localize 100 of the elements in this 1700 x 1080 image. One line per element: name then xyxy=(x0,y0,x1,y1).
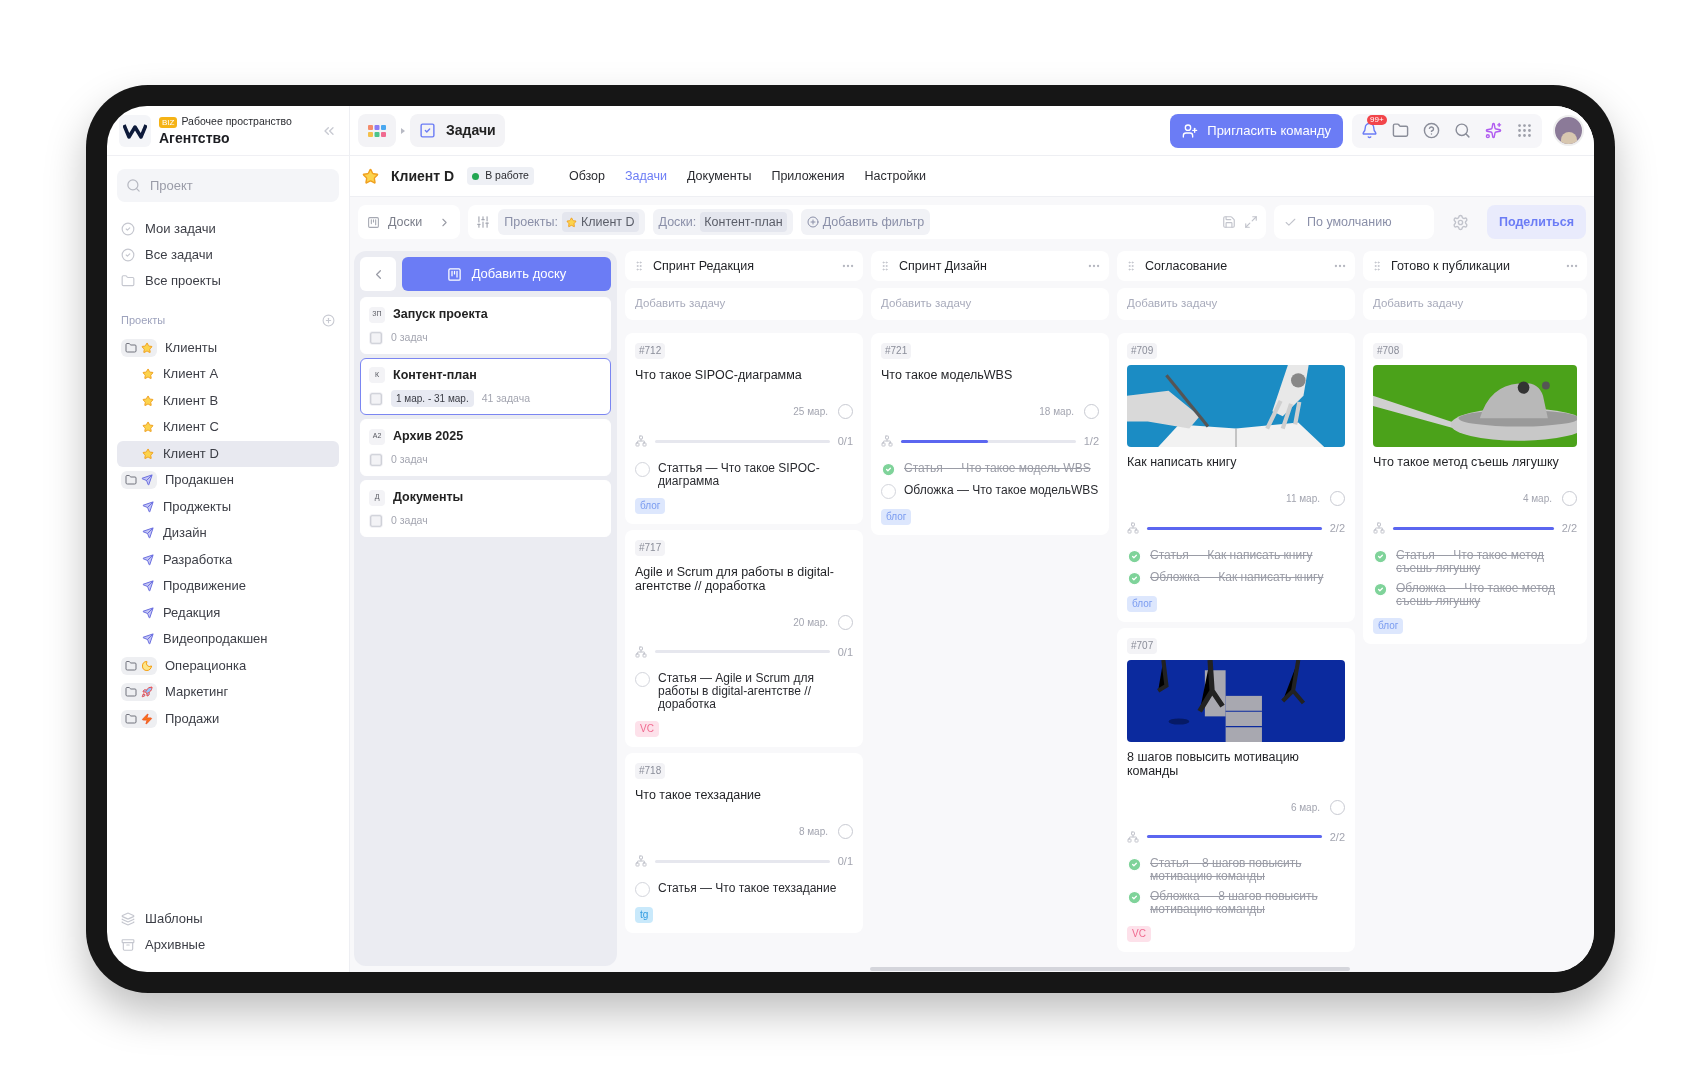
search-icon[interactable] xyxy=(1454,122,1471,139)
project-tab[interactable]: Документы xyxy=(687,166,752,186)
nav-item[interactable]: Мои задачи xyxy=(121,216,335,242)
task-card[interactable]: #709 Как написать книгу 11 мар. 2/2 Статья — Как написать книгу Обложка — Как написать книгу блог xyxy=(1117,333,1355,622)
project-tab[interactable]: Обзор xyxy=(568,166,606,186)
project-tab[interactable]: Приложения xyxy=(771,166,845,186)
complete-toggle[interactable] xyxy=(838,824,853,839)
apps-icon xyxy=(368,124,386,137)
filter-settings-icon[interactable] xyxy=(476,215,491,229)
project-search-field[interactable]: Проект xyxy=(117,169,339,202)
due-date: 18 мар. xyxy=(1039,405,1074,419)
back-button[interactable] xyxy=(360,257,396,291)
breadcrumb-arrow-icon xyxy=(401,127,405,134)
expand-icon[interactable] xyxy=(1243,215,1258,229)
project-item[interactable]: Клиенты xyxy=(117,334,339,361)
project-item[interactable]: Продакшен xyxy=(117,467,339,493)
paper-plane-icon xyxy=(142,606,154,619)
complete-toggle[interactable] xyxy=(1330,799,1345,815)
project-item[interactable]: Дизайн xyxy=(117,520,339,546)
subtasks-icon xyxy=(1127,830,1139,843)
task-card[interactable]: #708 Что такое метод съешь лягушку 4 мар. 2/2 Статья — Что такое метод съешь лягушку Обложка — Что такое метод съешь лягушку блог xyxy=(1363,333,1587,644)
subtask-checkbox[interactable] xyxy=(635,461,650,477)
subtask-label: Обложка — 8 шагов повысить мотивацию команды xyxy=(1150,890,1319,916)
project-item[interactable]: Клиент B xyxy=(117,387,339,414)
project-item[interactable]: Клиент D xyxy=(117,440,339,467)
task-tag: блог xyxy=(1127,595,1158,612)
nav-item[interactable]: Архивные xyxy=(121,932,335,958)
project-item[interactable]: Клиент A xyxy=(117,361,339,387)
project-tab[interactable]: Настройки xyxy=(864,166,926,186)
workspace-logo xyxy=(119,114,151,147)
drag-handle-icon[interactable] xyxy=(1371,260,1383,272)
board-task-count: 0 задач xyxy=(391,452,428,467)
task-check-icon xyxy=(419,122,436,139)
subtasks-icon xyxy=(635,855,647,868)
workspace-label: Рабочее пространство xyxy=(181,114,292,130)
task-card[interactable]: #721 Что такое модельWBS 18 мар. 1/2 Статья — Что такое модель WBS Обложка — Что такое модельWBS блог xyxy=(871,333,1109,535)
task-card[interactable]: #717 Agile и Scrum для работы в digital-агентстве // доработка 20 мар. 0/1 Статья — Agile и Scrum для работы в digital-агентстве // доработка VC xyxy=(625,529,863,747)
task-tag: VC xyxy=(1127,926,1151,942)
project-item[interactable]: Проджекты xyxy=(117,493,339,520)
complete-toggle[interactable] xyxy=(838,404,853,419)
subtask-label: Обложка — Как написать книгу xyxy=(1150,570,1324,584)
project-item[interactable]: Продажи xyxy=(117,705,339,732)
project-item[interactable]: Редакция xyxy=(117,599,339,626)
nav-item[interactable]: Все задачи xyxy=(121,242,335,268)
task-card[interactable]: #718 Что такое техзадание 8 мар. 0/1 Статья — Что такое техзадание tg xyxy=(625,753,863,933)
subtask-checkbox[interactable] xyxy=(635,881,650,897)
save-icon[interactable] xyxy=(1221,215,1236,229)
subtask-label: Статья — Что такое метод съешь лягушку xyxy=(1396,548,1546,575)
sparkles-icon[interactable] xyxy=(1485,122,1502,139)
subtasks-icon xyxy=(1373,522,1385,535)
progress-count: 1/2 xyxy=(1083,434,1099,449)
task-number: #717 xyxy=(635,539,666,556)
project-label: Клиенты xyxy=(165,338,218,357)
project-item[interactable]: Операционка xyxy=(117,652,339,679)
project-item[interactable]: Разработка xyxy=(117,546,339,573)
invite-team-button[interactable]: Пригласить команду xyxy=(1170,113,1343,148)
task-card[interactable]: #712 Что такое SIPOC-диаграмма 25 мар. 0/1 Статтья — Что такое SIPOC-диаграмма блог xyxy=(625,333,863,524)
boards-button[interactable]: Доски xyxy=(358,205,461,239)
paper-plane-icon xyxy=(142,633,154,645)
help-icon[interactable] xyxy=(1423,122,1440,139)
settings-icon[interactable] xyxy=(1451,213,1469,231)
apps-button[interactable] xyxy=(358,114,396,147)
subtask-checkbox[interactable] xyxy=(635,672,650,687)
notifications-icon[interactable] xyxy=(1361,122,1378,139)
user-avatar[interactable] xyxy=(1553,115,1584,146)
project-item[interactable]: Видеопродакшен xyxy=(117,626,339,652)
apps-grid-icon[interactable] xyxy=(1516,122,1533,139)
project-item[interactable]: Клиент C xyxy=(117,414,339,440)
add-project-icon[interactable] xyxy=(322,313,335,327)
board-name: Контент-план xyxy=(393,366,477,384)
complete-toggle[interactable] xyxy=(1084,404,1099,419)
check-circle-icon xyxy=(121,248,135,262)
add-board-button[interactable]: Добавить доску xyxy=(402,257,611,291)
project-item[interactable]: Продвижение xyxy=(117,573,339,599)
drag-handle-icon[interactable] xyxy=(633,260,645,272)
column-title: Спринт Дизайн xyxy=(899,257,988,275)
project-tab[interactable]: Задачи xyxy=(625,166,667,186)
subtask-checkbox[interactable] xyxy=(881,483,896,499)
folder-icon[interactable] xyxy=(1392,122,1409,139)
drag-handle-icon[interactable] xyxy=(1125,260,1137,272)
paper-plane-icon xyxy=(142,527,154,539)
drag-handle-icon[interactable] xyxy=(879,260,891,272)
complete-toggle[interactable] xyxy=(1562,491,1577,506)
project-item[interactable]: Маркетинг xyxy=(117,679,339,705)
nav-item[interactable]: Все проекты xyxy=(121,268,335,294)
board-icon xyxy=(367,215,380,229)
filter-chip[interactable]: Проекты: Клиент D xyxy=(498,209,645,235)
filter-chip[interactable]: Доски: Контент-план xyxy=(652,209,793,235)
project-label: Маркетинг xyxy=(165,683,229,702)
star-icon xyxy=(142,421,154,433)
subtasks-icon xyxy=(635,645,647,658)
task-card[interactable]: #707 8 шагов повысить мотивацию команды 6 мар. 2/2 Статья – 8 шагов повысить мотивацию команды Обложка — 8 шагов повысить мотивацию команды VC xyxy=(1117,627,1355,952)
horizontal-scrollbar[interactable] xyxy=(870,967,1350,971)
folder-icon xyxy=(125,686,137,698)
complete-toggle[interactable] xyxy=(838,614,853,630)
due-date: 4 мар. xyxy=(1522,492,1552,506)
breadcrumb-tab[interactable]: Задачи xyxy=(410,114,505,147)
complete-toggle[interactable] xyxy=(1330,491,1345,506)
star-icon xyxy=(142,394,154,407)
nav-item[interactable]: Шаблоны xyxy=(121,906,335,932)
